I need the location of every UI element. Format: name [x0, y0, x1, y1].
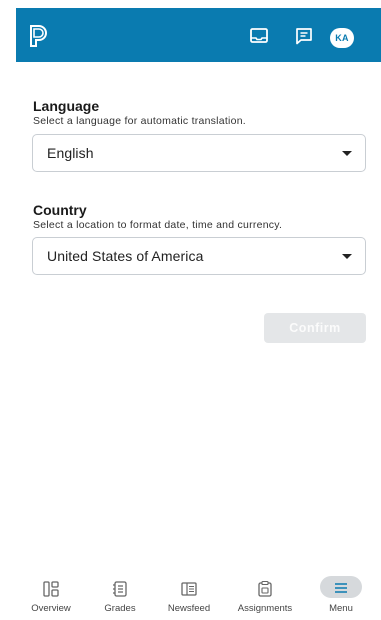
- country-subtitle: Select a location to format date, time a…: [33, 219, 283, 231]
- grades-icon: [113, 581, 127, 597]
- menu-icon: [335, 583, 347, 593]
- confirm-button[interactable]: Confirm: [264, 313, 366, 343]
- bottom-navigation: Overview Grades Newsfeed Assignments Men…: [16, 571, 381, 620]
- country-select[interactable]: United States of America: [32, 237, 366, 275]
- assignments-icon: [258, 580, 272, 597]
- app-screen: KA Language Select a language for automa…: [16, 8, 381, 620]
- chevron-down-icon: [342, 151, 352, 156]
- chevron-down-icon: [342, 254, 352, 259]
- language-select-value: English: [47, 145, 94, 161]
- overview-icon: [43, 581, 59, 597]
- nav-item-menu[interactable]: Menu: [306, 571, 376, 620]
- nav-item-grades[interactable]: Grades: [85, 571, 155, 620]
- nav-label-assignments: Assignments: [237, 603, 293, 614]
- country-select-value: United States of America: [47, 248, 204, 264]
- nav-label-menu: Menu: [329, 603, 353, 614]
- language-select[interactable]: English: [32, 134, 366, 172]
- nav-item-overview[interactable]: Overview: [16, 571, 86, 620]
- nav-item-assignments[interactable]: Assignments: [230, 571, 300, 620]
- top-app-bar: KA: [16, 8, 381, 62]
- user-avatar[interactable]: KA: [330, 28, 354, 48]
- country-title: Country: [33, 202, 87, 218]
- language-subtitle: Select a language for automatic translat…: [33, 115, 246, 127]
- powerschool-logo-icon[interactable]: [28, 25, 50, 47]
- messages-icon[interactable]: [294, 27, 314, 45]
- nav-label-overview: Overview: [31, 603, 71, 614]
- nav-label-newsfeed: Newsfeed: [167, 603, 211, 614]
- newsfeed-icon: [181, 582, 197, 596]
- language-title: Language: [33, 98, 100, 114]
- nav-item-newsfeed[interactable]: Newsfeed: [154, 571, 224, 620]
- inbox-icon[interactable]: [249, 27, 269, 45]
- nav-label-grades: Grades: [104, 603, 136, 614]
